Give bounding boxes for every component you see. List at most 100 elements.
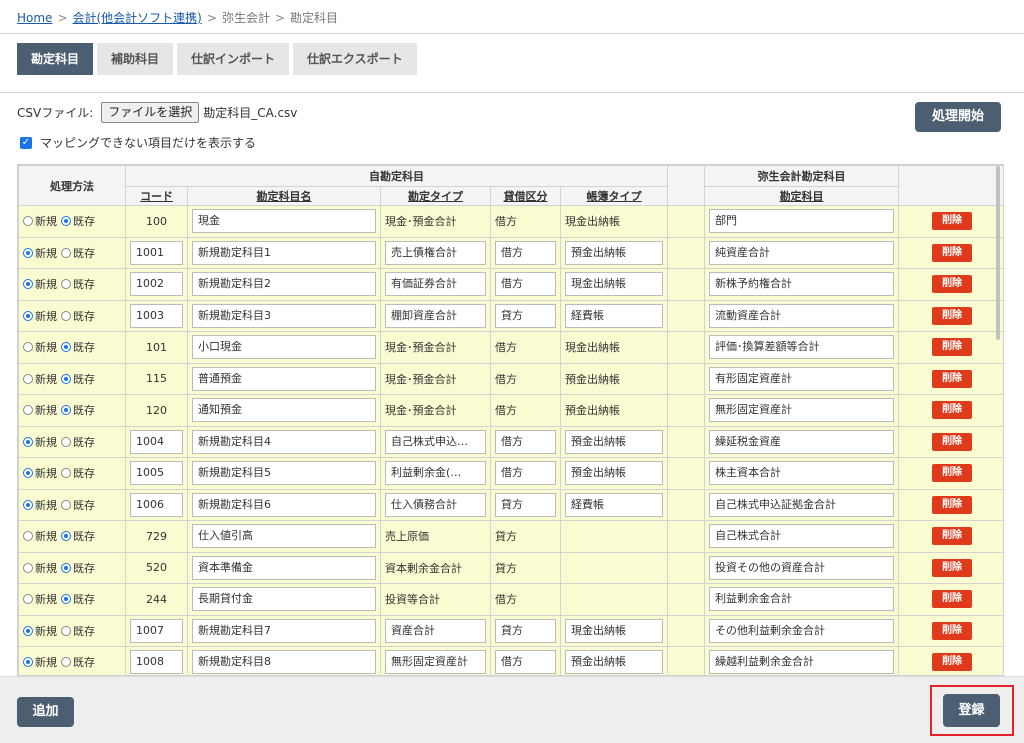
- target-input[interactable]: 利益剰余金合計: [709, 587, 895, 612]
- name-input[interactable]: 新規勘定科目3: [192, 303, 376, 328]
- breadcrumb-home-link[interactable]: Home: [17, 11, 52, 25]
- book-input[interactable]: 預金出納帳: [565, 650, 664, 675]
- header-target[interactable]: 勘定科目: [704, 186, 900, 206]
- save-button[interactable]: 登録: [943, 694, 1000, 727]
- delete-button[interactable]: 削除: [932, 464, 973, 483]
- name-input[interactable]: 新規勘定科目4: [192, 429, 376, 454]
- code-input[interactable]: 1004: [130, 429, 183, 454]
- header-type[interactable]: 勘定タイプ: [380, 186, 491, 206]
- radio-new[interactable]: 新規: [23, 654, 57, 670]
- radio-existing[interactable]: 既存: [61, 402, 95, 418]
- target-input[interactable]: 自己株式申込証拠金合計: [709, 492, 895, 517]
- name-input[interactable]: 現金: [192, 209, 376, 234]
- code-input[interactable]: 1008: [130, 650, 183, 675]
- radio-new[interactable]: 新規: [23, 308, 57, 324]
- type-input[interactable]: 有価証券合計: [385, 272, 486, 297]
- side-input[interactable]: 借方: [495, 272, 556, 297]
- table-scrollbar[interactable]: [996, 166, 1000, 340]
- radio-existing[interactable]: 既存: [61, 245, 95, 261]
- delete-button[interactable]: 削除: [932, 590, 973, 609]
- header-name[interactable]: 勘定科目名: [187, 186, 381, 206]
- code-input[interactable]: 1002: [130, 272, 183, 297]
- radio-new[interactable]: 新規: [23, 339, 57, 355]
- code-input[interactable]: 1005: [130, 461, 183, 486]
- name-input[interactable]: 新規勘定科目6: [192, 492, 376, 517]
- add-button[interactable]: 追加: [17, 697, 74, 727]
- delete-button[interactable]: 削除: [932, 621, 973, 640]
- name-input[interactable]: 資本準備金: [192, 555, 376, 580]
- type-input[interactable]: 資産合計: [385, 618, 486, 643]
- radio-existing[interactable]: 既存: [61, 308, 95, 324]
- radio-existing[interactable]: 既存: [61, 560, 95, 576]
- target-input[interactable]: 投資その他の資産合計: [709, 555, 895, 580]
- header-code[interactable]: コード: [125, 186, 188, 206]
- unmapped-only-checkbox[interactable]: ✓: [20, 136, 32, 149]
- radio-existing[interactable]: 既存: [61, 591, 95, 607]
- tab-accounts[interactable]: 勘定科目: [17, 43, 94, 75]
- book-input[interactable]: 預金出納帳: [565, 429, 664, 454]
- radio-new[interactable]: 新規: [23, 497, 57, 513]
- book-input[interactable]: 経費帳: [565, 303, 664, 328]
- name-input[interactable]: 通知預金: [192, 398, 376, 423]
- target-input[interactable]: 純資産合計: [709, 240, 895, 265]
- radio-new[interactable]: 新規: [23, 465, 57, 481]
- side-input[interactable]: 借方: [495, 240, 556, 265]
- target-input[interactable]: 有形固定資産計: [709, 366, 895, 391]
- tab-journal-import[interactable]: 仕訳インポート: [177, 43, 290, 75]
- target-input[interactable]: 無形固定資産計: [709, 398, 895, 423]
- delete-button[interactable]: 削除: [932, 243, 973, 262]
- name-input[interactable]: 新規勘定科目1: [192, 240, 376, 265]
- type-input[interactable]: 売上債権合計: [385, 240, 486, 265]
- radio-existing[interactable]: 既存: [61, 654, 95, 670]
- book-input[interactable]: 預金出納帳: [565, 461, 664, 486]
- radio-new[interactable]: 新規: [23, 434, 57, 450]
- radio-existing[interactable]: 既存: [61, 623, 95, 639]
- radio-existing[interactable]: 既存: [61, 339, 95, 355]
- target-input[interactable]: 評価･換算差額等合計: [709, 335, 895, 360]
- radio-existing[interactable]: 既存: [61, 528, 95, 544]
- delete-button[interactable]: 削除: [932, 653, 973, 672]
- book-input[interactable]: 現金出納帳: [565, 272, 664, 297]
- type-input[interactable]: 自己株式申込…: [385, 429, 486, 454]
- code-input[interactable]: 1006: [130, 492, 183, 517]
- target-input[interactable]: 繰越利益剰余金合計: [709, 650, 895, 675]
- name-input[interactable]: 新規勘定科目5: [192, 461, 376, 486]
- target-input[interactable]: 株主資本合計: [709, 461, 895, 486]
- book-input[interactable]: 経費帳: [565, 492, 664, 517]
- choose-file-button[interactable]: ファイルを選択: [101, 102, 200, 123]
- delete-button[interactable]: 削除: [932, 558, 973, 577]
- name-input[interactable]: 小口現金: [192, 335, 376, 360]
- delete-button[interactable]: 削除: [932, 495, 973, 514]
- header-side[interactable]: 貸借区分: [490, 186, 561, 206]
- side-input[interactable]: 借方: [495, 429, 556, 454]
- name-input[interactable]: 長期貸付金: [192, 587, 376, 612]
- radio-new[interactable]: 新規: [23, 213, 57, 229]
- radio-existing[interactable]: 既存: [61, 213, 95, 229]
- type-input[interactable]: 利益剰余金(…: [385, 461, 486, 486]
- side-input[interactable]: 貸方: [495, 618, 556, 643]
- code-input[interactable]: 1007: [130, 618, 183, 643]
- radio-existing[interactable]: 既存: [61, 276, 95, 292]
- delete-button[interactable]: 削除: [932, 338, 973, 357]
- radio-existing[interactable]: 既存: [61, 371, 95, 387]
- type-input[interactable]: 無形固定資産計: [385, 650, 486, 675]
- delete-button[interactable]: 削除: [932, 369, 973, 388]
- radio-new[interactable]: 新規: [23, 402, 57, 418]
- target-input[interactable]: 自己株式合計: [709, 524, 895, 549]
- radio-new[interactable]: 新規: [23, 591, 57, 607]
- book-input[interactable]: 現金出納帳: [565, 618, 664, 643]
- delete-button[interactable]: 削除: [932, 275, 973, 294]
- radio-new[interactable]: 新規: [23, 560, 57, 576]
- radio-new[interactable]: 新規: [23, 245, 57, 261]
- radio-existing[interactable]: 既存: [61, 465, 95, 481]
- radio-new[interactable]: 新規: [23, 371, 57, 387]
- code-input[interactable]: 1001: [130, 240, 183, 265]
- name-input[interactable]: 新規勘定科目8: [192, 650, 376, 675]
- radio-new[interactable]: 新規: [23, 528, 57, 544]
- header-book[interactable]: 帳簿タイプ: [559, 186, 669, 206]
- radio-new[interactable]: 新規: [23, 623, 57, 639]
- radio-existing[interactable]: 既存: [61, 434, 95, 450]
- delete-button[interactable]: 削除: [932, 401, 973, 420]
- radio-existing[interactable]: 既存: [61, 497, 95, 513]
- tab-journal-export[interactable]: 仕訳エクスポート: [293, 43, 417, 75]
